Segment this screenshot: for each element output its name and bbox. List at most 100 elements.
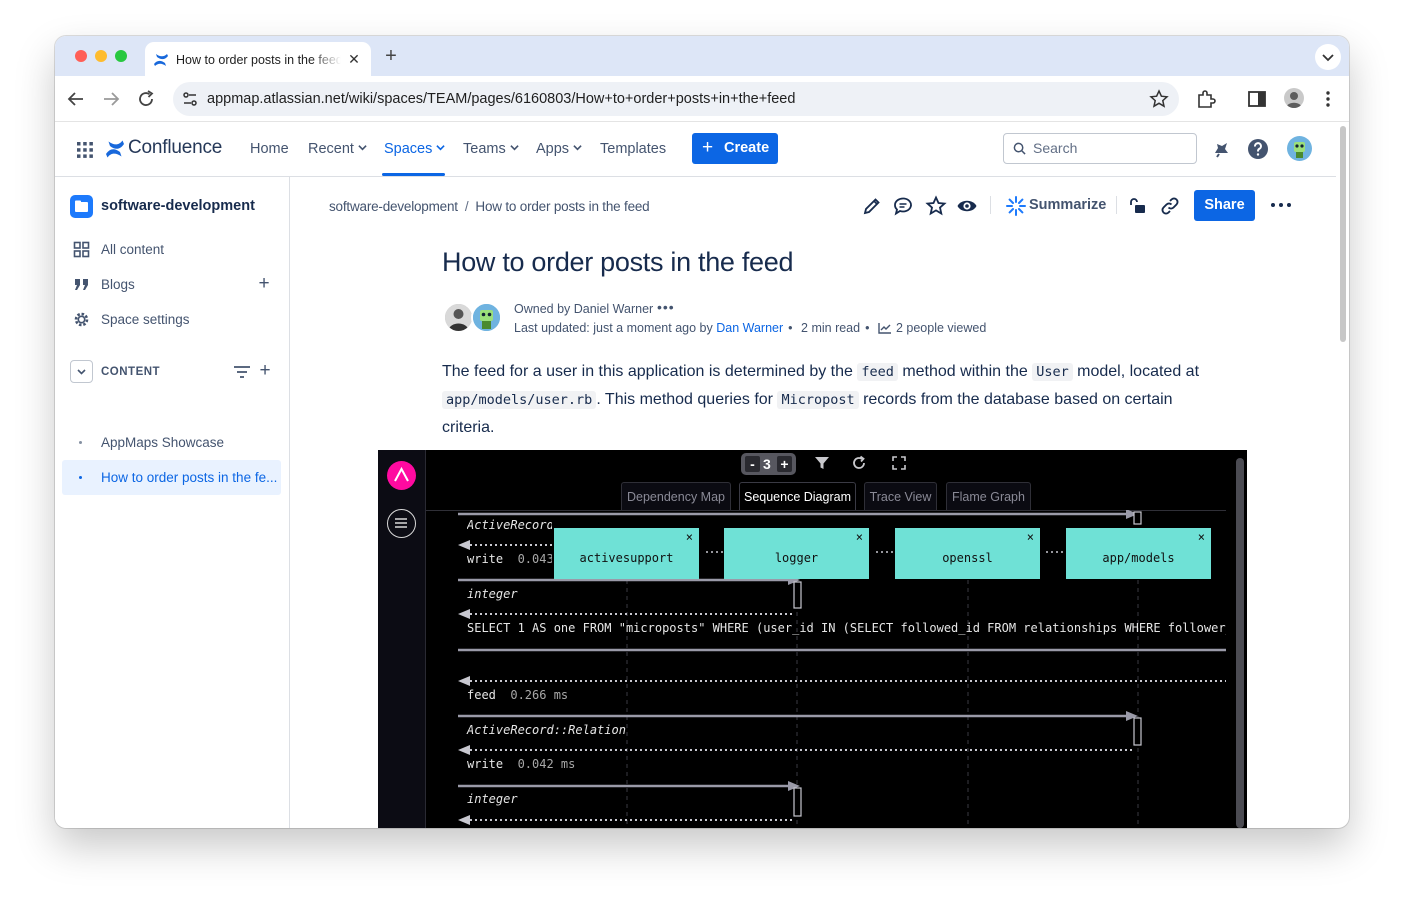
sidebar-item-blogs[interactable]: Blogs + xyxy=(55,268,290,300)
tab-trace-view[interactable]: Trace View xyxy=(864,482,937,511)
sql-message-label[interactable]: SELECT 1 AS one FROM "microposts" WHERE … xyxy=(467,621,1226,635)
appmap-embed: - 3 + Dependency Map Sequence Diagram Tr… xyxy=(378,450,1247,828)
address-bar[interactable]: appmap.atlassian.net/wiki/spaces/TEAM/pa… xyxy=(173,82,1179,116)
zoom-window-button[interactable] xyxy=(115,50,127,62)
owner-more-icon[interactable]: ••• xyxy=(657,299,675,315)
notifications-icon[interactable] xyxy=(1210,138,1232,160)
side-panel-icon[interactable] xyxy=(1245,87,1269,111)
zoom-out-button[interactable]: - xyxy=(745,456,760,472)
lane-activesupport[interactable]: activesupport × xyxy=(554,528,699,579)
new-tab-button[interactable]: + xyxy=(381,45,401,67)
breadcrumb-page-link[interactable]: How to order posts in the feed xyxy=(475,199,649,214)
more-actions-icon[interactable] xyxy=(1268,194,1294,216)
nav-spaces[interactable]: Spaces xyxy=(384,141,446,157)
nav-recent[interactable]: Recent xyxy=(308,141,367,157)
appmap-menu-button[interactable] xyxy=(387,509,416,538)
edit-pencil-icon[interactable] xyxy=(861,195,883,217)
message-label[interactable]: feed 0.266 ms xyxy=(467,688,568,702)
restrictions-unlock-icon[interactable] xyxy=(1127,195,1149,217)
breadcrumb-separator: / xyxy=(464,199,469,214)
tab-title: How to order posts in the feed xyxy=(176,53,341,67)
close-lane-icon[interactable]: × xyxy=(686,507,693,567)
body-text: The feed for a user in this application … xyxy=(442,363,853,380)
minimize-window-button[interactable] xyxy=(95,50,107,62)
tab-flame-graph[interactable]: Flame Graph xyxy=(946,482,1031,511)
tab-search-button[interactable] xyxy=(1315,44,1341,70)
watch-eye-icon[interactable] xyxy=(956,195,978,217)
forward-icon[interactable] xyxy=(99,87,123,111)
embed-scrollbar[interactable] xyxy=(1236,458,1244,828)
create-button[interactable]: + Create xyxy=(692,133,778,164)
updated-prefix: Last updated: just a moment ago by xyxy=(514,321,713,335)
sequence-diagram: ActiveRecord write 0.043 integer SELECT … xyxy=(426,510,1226,828)
close-lane-icon[interactable]: × xyxy=(856,507,863,567)
updated-author-link[interactable]: Dan Warner xyxy=(716,321,783,335)
message-label[interactable]: ActiveRecord xyxy=(467,518,552,532)
user-avatar[interactable] xyxy=(1287,136,1312,161)
star-icon[interactable] xyxy=(925,195,947,217)
close-window-button[interactable] xyxy=(75,50,87,62)
zoom-in-button[interactable]: + xyxy=(777,456,792,472)
content-collapse-button[interactable] xyxy=(70,360,93,383)
browser-profile-avatar[interactable] xyxy=(1284,88,1304,108)
share-button[interactable]: Share xyxy=(1194,190,1255,221)
tree-item-appmaps-showcase[interactable]: AppMaps Showcase xyxy=(62,425,281,460)
reload-icon[interactable] xyxy=(134,87,158,111)
message-label[interactable]: integer xyxy=(467,587,518,601)
search-box[interactable] xyxy=(1003,133,1197,164)
browser-menu-icon[interactable] xyxy=(1316,87,1340,111)
content-section-label: CONTENT xyxy=(101,366,161,378)
bookmark-star-icon[interactable] xyxy=(1149,89,1169,109)
sidebar-item-space-settings[interactable]: Space settings xyxy=(55,303,290,335)
nav-apps[interactable]: Apps xyxy=(536,141,582,157)
create-button-label: Create xyxy=(724,140,770,156)
help-icon[interactable] xyxy=(1247,138,1269,160)
lane-logger[interactable]: logger × xyxy=(724,528,869,579)
filter-funnel-icon[interactable] xyxy=(814,455,830,471)
tab-sequence-diagram[interactable]: Sequence Diagram xyxy=(739,482,856,511)
page-views-label: 2 people viewed xyxy=(895,321,987,335)
lane-openssl[interactable]: openssl × xyxy=(895,528,1040,579)
owner-avatar[interactable] xyxy=(443,302,474,333)
space-name[interactable]: software-development xyxy=(101,198,255,214)
nav-home[interactable]: Home xyxy=(250,141,289,157)
close-lane-icon[interactable]: × xyxy=(1027,507,1034,567)
app-switcher-icon[interactable] xyxy=(76,141,94,159)
copy-link-icon[interactable] xyxy=(1159,195,1181,217)
person-avatar-icon xyxy=(445,304,472,331)
message-label[interactable]: integer xyxy=(467,792,518,806)
contributor-avatar[interactable] xyxy=(471,302,502,333)
back-icon[interactable] xyxy=(64,87,88,111)
close-lane-icon[interactable]: × xyxy=(1198,507,1205,567)
tab-close-icon[interactable]: ✕ xyxy=(347,51,361,67)
message-label[interactable]: write 0.042 ms xyxy=(467,757,575,771)
nav-templates[interactable]: Templates xyxy=(600,141,666,157)
add-blog-plus-icon[interactable]: + xyxy=(256,273,272,295)
page-scrollbar[interactable] xyxy=(1340,126,1346,342)
page-views[interactable]: 2 people viewed xyxy=(878,321,986,335)
tree-item-label: AppMaps Showcase xyxy=(101,435,225,450)
filter-icon[interactable] xyxy=(233,364,251,380)
sidebar-item-all-content[interactable]: All content xyxy=(55,233,290,265)
space-avatar[interactable] xyxy=(70,195,93,218)
browser-tab[interactable]: How to order posts in the feed ✕ xyxy=(145,42,371,76)
url-text[interactable]: appmap.atlassian.net/wiki/spaces/TEAM/pa… xyxy=(207,91,795,107)
reload-icon[interactable] xyxy=(851,455,867,471)
confluence-logo-icon[interactable] xyxy=(105,139,125,159)
fullscreen-icon[interactable] xyxy=(891,455,907,471)
add-content-plus-icon[interactable]: + xyxy=(257,360,273,382)
comment-icon[interactable] xyxy=(892,195,914,217)
appmap-logo[interactable] xyxy=(387,461,416,490)
extensions-icon[interactable] xyxy=(1194,87,1218,111)
message-label[interactable]: ActiveRecord::Relation xyxy=(467,723,626,737)
tree-item-how-to-order-posts[interactable]: How to order posts in the fe... xyxy=(62,460,281,495)
message-label[interactable]: write 0.043 xyxy=(467,552,552,566)
breadcrumb-space-link[interactable]: software-development xyxy=(329,199,458,214)
lane-app-models[interactable]: app/models × xyxy=(1066,528,1211,579)
site-info-icon[interactable] xyxy=(181,90,199,108)
inline-code: feed xyxy=(857,363,898,381)
confluence-wordmark[interactable]: Confluence xyxy=(128,137,222,159)
search-input[interactable] xyxy=(1033,140,1183,156)
tab-dependency-map[interactable]: Dependency Map xyxy=(621,482,731,511)
nav-teams[interactable]: Teams xyxy=(463,141,519,157)
